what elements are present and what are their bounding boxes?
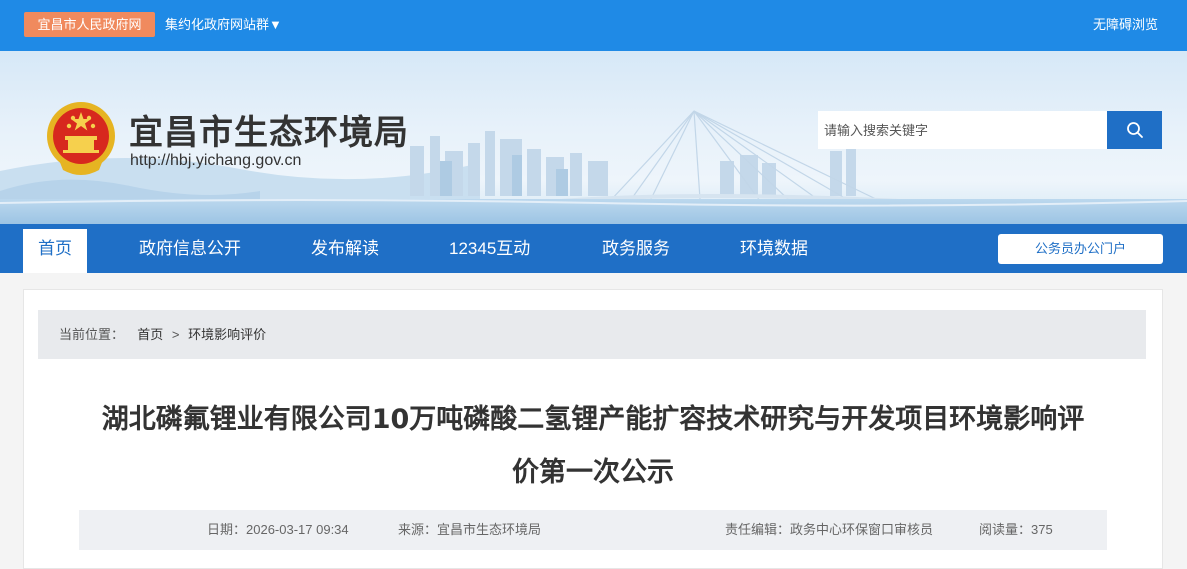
main-nav: 首页 政府信息公开 发布解读 12345互动 政务服务 环境数据 公务员办公门户 (0, 224, 1187, 273)
site-cluster-dropdown[interactable]: 集约化政府网站群▼ (165, 12, 282, 37)
search-button[interactable] (1107, 111, 1162, 149)
search-icon (1126, 122, 1143, 138)
nav-12345[interactable]: 12345互动 (449, 224, 530, 273)
article-date: 日期：2026-03-17 09:34 (207, 522, 349, 537)
breadcrumb-home[interactable]: 首页 (137, 327, 163, 342)
article-editor: 责任编辑：政务中心环保窗口审核员 (725, 522, 934, 537)
nav-gov-service[interactable]: 政务服务 (602, 224, 670, 273)
article-source: 来源：宜昌市生态环境局 (398, 522, 542, 537)
article-title-line-2: 价第一次公示 (512, 457, 674, 488)
nav-gov-info[interactable]: 政府信息公开 (139, 224, 241, 273)
breadcrumb-current[interactable]: 环境影响评价 (188, 327, 266, 342)
breadcrumb-label: 当前位置： (59, 327, 125, 342)
site-title: 宜昌市生态环境局 (129, 113, 409, 153)
accessibility-link[interactable]: 无障碍浏览 (1093, 12, 1158, 37)
nav-home[interactable]: 首页 (23, 229, 87, 273)
article-views: 阅读量：375 (979, 522, 1053, 537)
breadcrumb-separator: > (171, 327, 180, 342)
gov-portal-link[interactable]: 宜昌市人民政府网 (24, 12, 155, 37)
civil-servant-portal-button[interactable]: 公务员办公门户 (998, 234, 1163, 264)
article-title-line-1: 湖北磷氟锂业有限公司10万吨磷酸二氢锂产能扩容技术研究与开发项目环境影响评 (101, 404, 1085, 435)
breadcrumb: 当前位置： 首页 > 环境影响评价 (38, 310, 1146, 359)
article-meta: 日期：2026-03-17 09:34 来源：宜昌市生态环境局 责任编辑：政务中… (79, 510, 1107, 550)
nav-env-data[interactable]: 环境数据 (740, 224, 808, 273)
header-banner: 宜昌市生态环境局 http://hbj.yichang.gov.cn (0, 51, 1187, 224)
article-title: 湖北磷氟锂业有限公司10万吨磷酸二氢锂产能扩容技术研究与开发项目环境影响评 价第… (60, 393, 1126, 499)
top-bar: 宜昌市人民政府网 集约化政府网站群▼ 无障碍浏览 (0, 0, 1187, 51)
site-url: http://hbj.yichang.gov.cn (130, 152, 302, 169)
search-input[interactable] (818, 111, 1107, 149)
national-emblem-icon (47, 102, 115, 175)
nav-release[interactable]: 发布解读 (311, 224, 379, 273)
